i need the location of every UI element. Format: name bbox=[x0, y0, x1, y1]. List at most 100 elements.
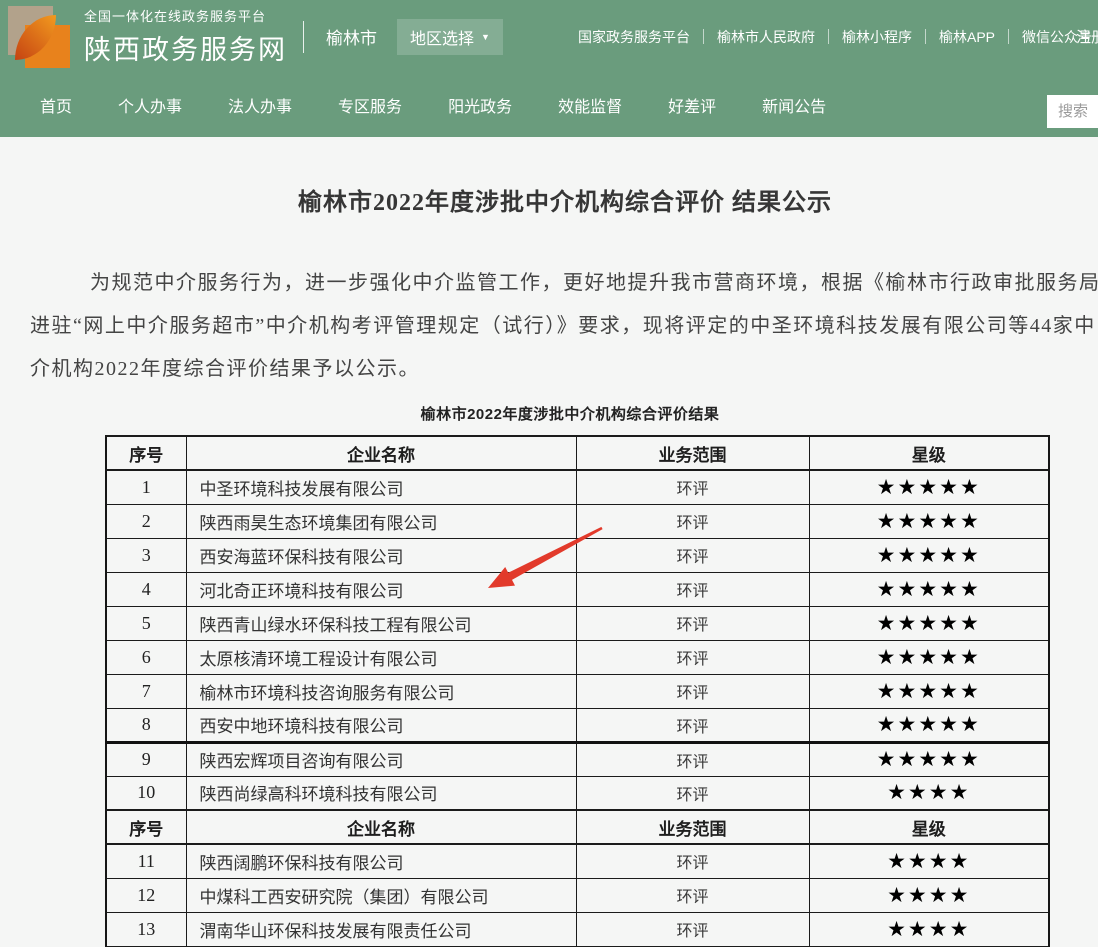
cell-company-name: 中煤科工西安研究院（集团）有限公司 bbox=[186, 878, 576, 912]
cell-no: 1 bbox=[106, 470, 186, 504]
search-input[interactable] bbox=[1047, 95, 1098, 128]
main-nav: 首页 个人办事 法人办事 专区服务 阳光政务 效能监督 好差评 新闻公告 bbox=[0, 73, 1098, 137]
cell-company-name: 陕西青山绿水环保科技工程有限公司 bbox=[186, 606, 576, 640]
cell-scope: 环评 bbox=[576, 878, 809, 912]
cell-company-name: 河北奇正环境科技有限公司 bbox=[186, 572, 576, 606]
cell-company-name: 西安海蓝环保科技有限公司 bbox=[186, 538, 576, 572]
cell-scope: 环评 bbox=[576, 844, 809, 878]
cell-no: 4 bbox=[106, 572, 186, 606]
column-header-scope: 业务范围 bbox=[576, 436, 809, 470]
column-header-no: 序号 bbox=[106, 436, 186, 470]
cell-company-name: 陕西阔鹏环保科技有限公司 bbox=[186, 844, 576, 878]
column-header-scope: 业务范围 bbox=[576, 810, 809, 844]
nav-item-zone-services[interactable]: 专区服务 bbox=[338, 93, 402, 117]
cell-scope: 环评 bbox=[576, 538, 809, 572]
paragraph-line: 进驻“网上中介服务超市”中介机构考评管理规定（试行）》要求，现将评定的中圣环境科… bbox=[30, 305, 1098, 348]
star-rating: ★★★★ bbox=[809, 776, 1049, 810]
table-row: 13 渭南华山环保科技发展有限责任公司 环评 ★★★★ bbox=[106, 912, 1049, 946]
star-rating: ★★★★★ bbox=[809, 640, 1049, 674]
cell-scope: 环评 bbox=[576, 912, 809, 946]
cell-no: 7 bbox=[106, 674, 186, 708]
cell-scope: 环评 bbox=[576, 742, 809, 776]
cell-scope: 环评 bbox=[576, 640, 809, 674]
table-header-row: 序号 企业名称 业务范围 星级 bbox=[106, 436, 1049, 470]
star-rating: ★★★★★ bbox=[809, 504, 1049, 538]
register-link[interactable]: 注册 bbox=[1076, 26, 1098, 47]
table-caption: 榆林市2022年度涉批中介机构综合评价结果 bbox=[0, 403, 1098, 424]
nav-item-open-government[interactable]: 阳光政务 bbox=[448, 93, 512, 117]
table-row: 5 陕西青山绿水环保科技工程有限公司 环评 ★★★★★ bbox=[106, 606, 1049, 640]
city-label: 榆林市 bbox=[326, 24, 377, 49]
star-rating: ★★★★★ bbox=[809, 674, 1049, 708]
link-divider bbox=[925, 29, 926, 44]
star-rating: ★★★★★ bbox=[809, 708, 1049, 742]
top-link-app[interactable]: 榆林APP bbox=[939, 27, 995, 47]
cell-scope: 环评 bbox=[576, 504, 809, 538]
table-row: 4 河北奇正环境科技有限公司 环评 ★★★★★ bbox=[106, 572, 1049, 606]
column-header-company: 企业名称 bbox=[186, 436, 576, 470]
star-rating: ★★★★★ bbox=[809, 538, 1049, 572]
cell-scope: 环评 bbox=[576, 572, 809, 606]
nav-item-legal-person[interactable]: 法人办事 bbox=[228, 93, 292, 117]
top-link-mini-program[interactable]: 榆林小程序 bbox=[842, 27, 912, 47]
table-row: 8 西安中地环境科技有限公司 环评 ★★★★★ bbox=[106, 708, 1049, 742]
table-row: 10 陕西尚绿高科环境科技有限公司 环评 ★★★★ bbox=[106, 776, 1049, 810]
table-row: 6 太原核清环境工程设计有限公司 环评 ★★★★★ bbox=[106, 640, 1049, 674]
site-name: 陕西政务服务网 bbox=[84, 28, 287, 67]
table-row: 12 中煤科工西安研究院（集团）有限公司 环评 ★★★★ bbox=[106, 878, 1049, 912]
nav-item-news[interactable]: 新闻公告 bbox=[762, 93, 826, 117]
cell-scope: 环评 bbox=[576, 470, 809, 504]
platform-label: 全国一体化在线政务服务平台 bbox=[84, 6, 287, 25]
region-selector-label: 地区选择 bbox=[410, 25, 474, 49]
cell-company-name: 西安中地环境科技有限公司 bbox=[186, 708, 576, 742]
star-rating: ★★★★★ bbox=[809, 742, 1049, 776]
cell-company-name: 太原核清环境工程设计有限公司 bbox=[186, 640, 576, 674]
table-row: 7 榆林市环境科技咨询服务有限公司 环评 ★★★★★ bbox=[106, 674, 1049, 708]
paragraph-line: 介机构2022年度综合评价结果予以公示。 bbox=[30, 348, 1098, 391]
brand-text: 全国一体化在线政务服务平台 陕西政务服务网 bbox=[84, 6, 287, 67]
cell-scope: 环评 bbox=[576, 776, 809, 810]
column-header-stars: 星级 bbox=[809, 810, 1049, 844]
table-row: 3 西安海蓝环保科技有限公司 环评 ★★★★★ bbox=[106, 538, 1049, 572]
cell-company-name: 中圣环境科技发展有限公司 bbox=[186, 470, 576, 504]
table-row: 2 陕西雨昊生态环境集团有限公司 环评 ★★★★★ bbox=[106, 504, 1049, 538]
announcement-article: 榆林市2022年度涉批中介机构综合评价 结果公示 为规范中介服务行为，进一步强化… bbox=[0, 182, 1098, 947]
cell-no: 11 bbox=[106, 844, 186, 878]
site-header: 全国一体化在线政务服务平台 陕西政务服务网 榆林市 地区选择 ▼ 国家政务服务平… bbox=[0, 0, 1098, 137]
region-selector-button[interactable]: 地区选择 ▼ bbox=[397, 19, 503, 55]
link-divider bbox=[703, 29, 704, 44]
cell-no: 9 bbox=[106, 742, 186, 776]
evaluation-results-table: 序号 企业名称 业务范围 星级 1 中圣环境科技发展有限公司 环评 ★★★★★ … bbox=[105, 435, 1050, 947]
nav-item-personal[interactable]: 个人办事 bbox=[118, 93, 182, 117]
table-header-row-repeat: 序号 企业名称 业务范围 星级 bbox=[106, 810, 1049, 844]
cell-scope: 环评 bbox=[576, 708, 809, 742]
cell-company-name: 陕西宏辉项目咨询有限公司 bbox=[186, 742, 576, 776]
cell-no: 13 bbox=[106, 912, 186, 946]
column-header-no: 序号 bbox=[106, 810, 186, 844]
table-row: 11 陕西阔鹏环保科技有限公司 环评 ★★★★ bbox=[106, 844, 1049, 878]
top-link-national-platform[interactable]: 国家政务服务平台 bbox=[578, 27, 690, 47]
cell-company-name: 渭南华山环保科技发展有限责任公司 bbox=[186, 912, 576, 946]
brand-divider bbox=[303, 21, 304, 53]
nav-item-efficiency-supervision[interactable]: 效能监督 bbox=[558, 93, 622, 117]
star-rating: ★★★★ bbox=[809, 878, 1049, 912]
top-bar: 全国一体化在线政务服务平台 陕西政务服务网 榆林市 地区选择 ▼ 国家政务服务平… bbox=[0, 0, 1098, 73]
cell-no: 3 bbox=[106, 538, 186, 572]
chevron-down-icon: ▼ bbox=[481, 32, 490, 42]
nav-item-rating[interactable]: 好差评 bbox=[668, 93, 716, 117]
site-logo-icon bbox=[8, 6, 70, 69]
star-rating: ★★★★★ bbox=[809, 606, 1049, 640]
cell-no: 8 bbox=[106, 708, 186, 742]
top-link-city-government[interactable]: 榆林市人民政府 bbox=[717, 27, 815, 47]
top-links: 国家政务服务平台 榆林市人民政府 榆林小程序 榆林APP 微信公众号 bbox=[578, 0, 1092, 73]
brand-home-link[interactable]: 全国一体化在线政务服务平台 陕西政务服务网 bbox=[8, 4, 287, 69]
nav-item-home[interactable]: 首页 bbox=[40, 93, 72, 117]
cell-company-name: 榆林市环境科技咨询服务有限公司 bbox=[186, 674, 576, 708]
cell-company-name: 陕西雨昊生态环境集团有限公司 bbox=[186, 504, 576, 538]
announcement-paragraph: 为规范中介服务行为，进一步强化中介监管工作，更好地提升我市营商环境，根据《榆林市… bbox=[30, 262, 1098, 391]
link-divider bbox=[1008, 29, 1009, 44]
cell-no: 2 bbox=[106, 504, 186, 538]
cell-no: 6 bbox=[106, 640, 186, 674]
column-header-stars: 星级 bbox=[809, 436, 1049, 470]
star-rating: ★★★★ bbox=[809, 844, 1049, 878]
